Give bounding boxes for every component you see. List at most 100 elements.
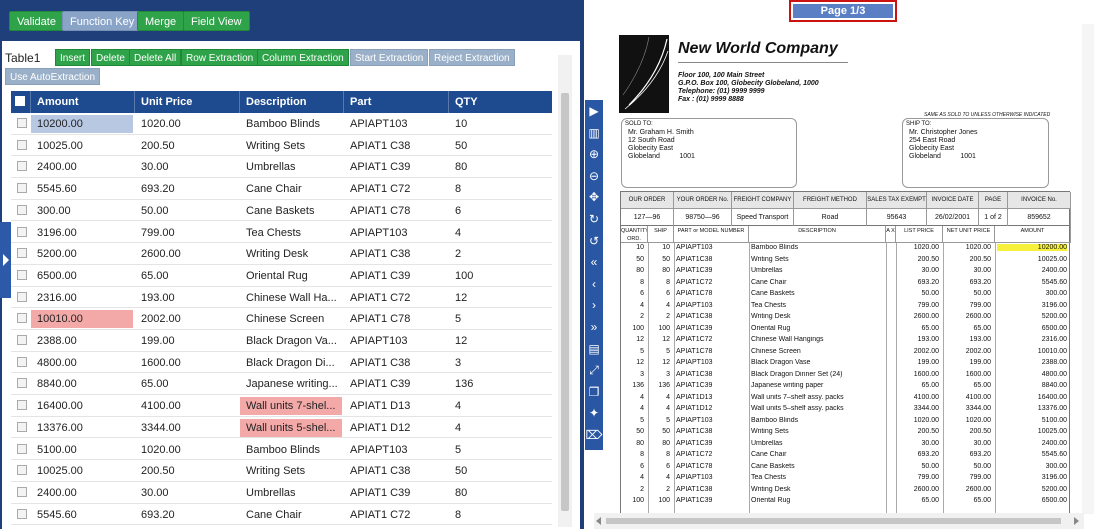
row-checkbox[interactable] [17,313,27,324]
row-checkbox[interactable] [17,443,27,454]
document-icon[interactable]: ▤ [585,340,603,358]
validate-button[interactable]: Validate [9,11,64,31]
cell-qty[interactable]: 12 [449,289,550,307]
copy-icon[interactable]: ❐ [585,383,603,401]
prev-page-icon[interactable]: ‹ [585,275,603,293]
row-checkbox[interactable] [17,465,27,476]
cell-amount[interactable]: 5545.60 [31,180,133,198]
cell-part[interactable]: APIAT1 C72 [344,506,447,524]
cell-qty[interactable]: 4 [449,224,550,242]
scroll-left-icon[interactable] [596,517,602,525]
row-checkbox[interactable] [17,139,27,150]
cell-unit-price[interactable]: 693.20 [135,506,238,524]
cell-part[interactable]: APIAT1 C72 [344,180,447,198]
cell-amount[interactable]: 10010.00 [31,310,133,329]
cell-amount[interactable]: 2388.00 [31,332,133,350]
grid-scroll-thumb[interactable] [561,93,569,511]
table-row[interactable]: 2316.00 193.00 Chinese Wall Ha... APIAT1 C7… [11,287,552,309]
use-autoextraction-button[interactable]: Use AutoExtraction [5,68,101,85]
table-row[interactable]: 6500.00 65.00 Oriental Rug APIAT1 C39 100 [11,265,552,287]
cell-description[interactable]: Black Dragon Di... [240,354,342,372]
cell-unit-price[interactable]: 2002.00 [135,310,238,328]
cell-unit-price[interactable]: 4100.00 [135,397,238,415]
cell-qty[interactable]: 5 [449,441,550,459]
cell-unit-price[interactable]: 1020.00 [135,115,238,133]
cell-amount[interactable]: 300.00 [31,202,133,220]
function-key-button[interactable]: Function Key [62,11,143,31]
insert-button[interactable]: Insert [55,49,91,66]
cell-part[interactable]: APIAT1 D12 [344,419,447,437]
select-all-checkbox[interactable] [15,96,25,106]
cell-amount[interactable]: 10025.00 [31,462,133,480]
cell-part[interactable]: APIAT1 C38 [344,137,447,155]
table-row[interactable]: 10025.00 200.50 Writing Sets APIAT1 C38 50 [11,460,552,482]
cell-unit-price[interactable]: 65.00 [135,267,238,285]
table-row[interactable]: 16400.00 4100.00 Wall units 7-shel... APIAT… [11,395,552,417]
cell-description[interactable]: Wall units 5-shel... [240,418,342,437]
row-checkbox[interactable] [17,248,27,259]
cell-amount[interactable]: 10200.00 [31,115,133,133]
cell-unit-price[interactable]: 30.00 [135,484,238,502]
cell-part[interactable]: APIAPT103 [344,332,447,350]
row-checkbox[interactable] [17,400,27,411]
row-checkbox[interactable] [17,161,27,172]
rotate-left-icon[interactable]: ↺ [585,232,603,250]
cell-qty[interactable]: 50 [449,462,550,480]
viewer-vertical-scrollbar[interactable] [1082,24,1094,514]
table-row[interactable]: 5200.00 2600.00 Writing Desk APIAT1 C38 2 [11,243,552,265]
cell-amount[interactable]: 4800.00 [31,354,133,372]
cell-part[interactable]: APIAT1 D13 [344,397,447,415]
cell-description[interactable]: Umbrellas [240,158,342,176]
row-checkbox[interactable] [17,269,27,280]
cell-description[interactable]: Bamboo Blinds [240,115,342,133]
cell-qty[interactable]: 12 [449,332,550,350]
cell-part[interactable]: APIAT1 C39 [344,484,447,502]
table-row[interactable]: 4800.00 1600.00 Black Dragon Di... APIAT1 C… [11,352,552,374]
cell-qty[interactable]: 4 [449,419,550,437]
cell-part[interactable]: APIAPT103 [344,224,447,242]
cell-description[interactable]: Tea Chests [240,224,342,242]
cell-unit-price[interactable]: 65.00 [135,375,238,393]
reject-extraction-button[interactable]: Reject Extraction [429,49,515,66]
row-checkbox[interactable] [17,335,27,345]
table-row[interactable]: 8840.00 65.00 Japanese writing... APIAT1 C3… [11,373,552,396]
cell-unit-price[interactable]: 799.00 [135,224,238,242]
cell-unit-price[interactable]: 1020.00 [135,441,238,459]
cell-qty[interactable]: 2 [449,245,550,263]
cell-qty[interactable]: 136 [449,375,550,393]
row-checkbox[interactable] [17,291,27,302]
table-row[interactable]: 5545.60 693.20 Cane Chair APIAT1 C72 8 [11,504,552,526]
cell-amount[interactable]: 2400.00 [31,484,133,502]
cell-unit-price[interactable]: 30.00 [135,158,238,176]
row-extraction-button[interactable]: Row Extraction [181,49,259,66]
cell-description[interactable]: Chinese Wall Ha... [240,289,342,307]
expand-icon[interactable]: ⤢ [585,361,603,379]
column-header-amount[interactable]: Amount [31,91,135,113]
row-checkbox[interactable] [17,486,27,497]
cell-part[interactable]: APIAT1 C39 [344,375,447,393]
cell-amount[interactable]: 5545.60 [31,506,133,524]
cell-description[interactable]: Chinese Screen [240,310,342,328]
cell-description[interactable]: Japanese writing... [240,375,342,393]
table-row[interactable]: 2400.00 30.00 Umbrellas APIAT1 C39 80 [11,156,552,179]
table-row[interactable]: 10025.00 200.50 Writing Sets APIAT1 C38 50 [11,135,552,157]
next-page-icon[interactable]: › [585,296,603,314]
cell-part[interactable]: APIAT1 C38 [344,462,447,480]
cell-qty[interactable]: 80 [449,158,550,176]
column-header-unit-price[interactable]: Unit Price [135,91,240,113]
cell-qty[interactable]: 6 [449,202,550,220]
zoom-out-icon[interactable]: ⊖ [585,167,603,185]
cell-description[interactable]: Writing Sets [240,462,342,480]
cell-part[interactable]: APIAT1 C72 [344,289,447,307]
cell-amount[interactable]: 5100.00 [31,441,133,459]
cell-unit-price[interactable]: 1600.00 [135,354,238,372]
rotate-right-icon[interactable]: ↻ [585,210,603,228]
viewer-hscroll-thumb[interactable] [606,518,1061,524]
play-icon[interactable]: ▶ [585,102,603,120]
cell-amount[interactable]: 13376.00 [31,419,133,437]
cell-description[interactable]: Wall units 7-shel... [240,397,342,416]
column-header-description[interactable]: Description [240,91,344,113]
cell-qty[interactable]: 4 [449,397,550,415]
cell-unit-price[interactable]: 199.00 [135,332,238,350]
cell-qty[interactable]: 80 [449,484,550,502]
